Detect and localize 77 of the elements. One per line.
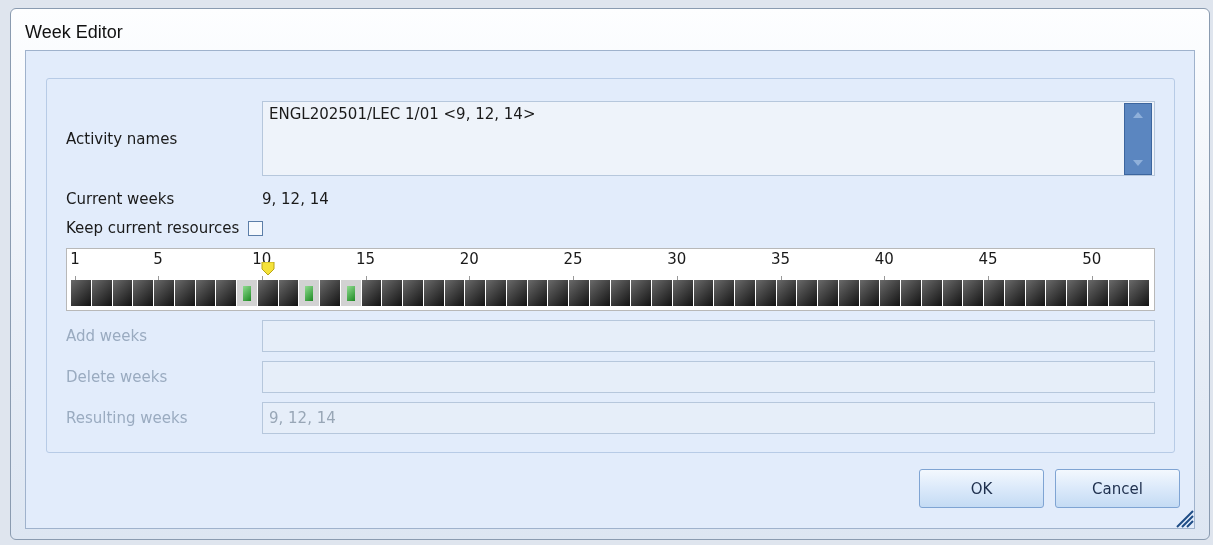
- week-cell[interactable]: [569, 280, 589, 306]
- week-cell[interactable]: [921, 280, 942, 306]
- cancel-button[interactable]: Cancel: [1055, 469, 1180, 508]
- week-number: 20: [459, 250, 479, 268]
- week-cell[interactable]: [714, 280, 734, 306]
- week-cell[interactable]: [465, 280, 485, 306]
- week-cell[interactable]: [423, 280, 444, 306]
- checkbox-label: Keep current resources: [66, 219, 240, 237]
- week-cell[interactable]: [1004, 280, 1025, 306]
- week-cell[interactable]: [652, 280, 672, 306]
- week-cell[interactable]: [1025, 280, 1046, 306]
- week-cell[interactable]: [797, 280, 817, 306]
- week-cell[interactable]: [299, 280, 319, 306]
- week-cell[interactable]: [755, 280, 776, 306]
- week-number: 5: [153, 250, 163, 268]
- scroll-up-icon[interactable]: [1132, 111, 1144, 119]
- week-cell[interactable]: [880, 280, 900, 306]
- week-cell[interactable]: [1067, 280, 1087, 306]
- window-title: Week Editor: [25, 21, 124, 44]
- week-number: 30: [667, 250, 687, 268]
- week-cell[interactable]: [1046, 280, 1066, 306]
- week-cell[interactable]: [838, 280, 859, 306]
- week-cell[interactable]: [735, 280, 755, 306]
- week-cell[interactable]: [133, 280, 153, 306]
- week-number: 15: [355, 250, 376, 268]
- week-cell[interactable]: [257, 280, 278, 306]
- week-cell[interactable]: [818, 280, 838, 306]
- week-cell[interactable]: [548, 280, 568, 306]
- week-number: 40: [874, 250, 894, 268]
- field-label: Current weeks: [66, 190, 176, 208]
- field-label: Activity names: [66, 129, 179, 148]
- week-cell[interactable]: [901, 280, 921, 306]
- week-cell[interactable]: [693, 280, 714, 306]
- week-cell[interactable]: [278, 280, 299, 306]
- week-cell[interactable]: [174, 280, 195, 306]
- scroll-down-icon[interactable]: [1132, 159, 1144, 167]
- week-cell[interactable]: [71, 280, 91, 306]
- week-cell[interactable]: [382, 280, 402, 306]
- week-cell[interactable]: [963, 280, 983, 306]
- week-cell[interactable]: [942, 280, 963, 306]
- week-cell[interactable]: [984, 280, 1004, 306]
- week-cell[interactable]: [195, 280, 216, 306]
- week-number: 45: [978, 250, 998, 268]
- week-cell[interactable]: [340, 280, 361, 306]
- week-number: 35: [770, 250, 791, 268]
- week-number: 25: [563, 250, 583, 268]
- field-label: Add weeks: [66, 327, 149, 345]
- activity-names-field[interactable]: ENGL202501/LEC 1/01 <9, 12, 14>: [262, 101, 1155, 176]
- week-cell[interactable]: [859, 280, 880, 306]
- week-cell[interactable]: [672, 280, 693, 306]
- week-number: 1: [70, 250, 80, 268]
- week-cell[interactable]: [486, 280, 506, 306]
- week-cell[interactable]: [320, 280, 340, 306]
- scrollbar[interactable]: [1124, 103, 1152, 175]
- week-cell[interactable]: [112, 280, 133, 306]
- week-cell[interactable]: [1087, 280, 1108, 306]
- ok-button[interactable]: OK: [919, 469, 1044, 508]
- week-cell[interactable]: [1108, 280, 1129, 306]
- week-cell[interactable]: [403, 280, 423, 306]
- week-cell[interactable]: [527, 280, 548, 306]
- week-cell[interactable]: [589, 280, 610, 306]
- week-cell[interactable]: [776, 280, 797, 306]
- week-cell[interactable]: [506, 280, 527, 306]
- week-cell[interactable]: [361, 280, 382, 306]
- week-cell[interactable]: [610, 280, 631, 306]
- week-cell[interactable]: [1129, 280, 1149, 306]
- week-cell[interactable]: [216, 280, 236, 306]
- checkbox[interactable]: [248, 220, 264, 236]
- week-cell[interactable]: [444, 280, 465, 306]
- week-cell[interactable]: [91, 280, 112, 306]
- week-number: 50: [1082, 250, 1102, 268]
- field-label: Delete weeks: [66, 368, 169, 386]
- week-cell[interactable]: [154, 280, 174, 306]
- week-cell[interactable]: [631, 280, 651, 306]
- week-cell[interactable]: [237, 280, 257, 306]
- current-weeks-value: 9, 12, 14: [262, 190, 329, 208]
- field-label: Resulting weeks: [66, 409, 189, 427]
